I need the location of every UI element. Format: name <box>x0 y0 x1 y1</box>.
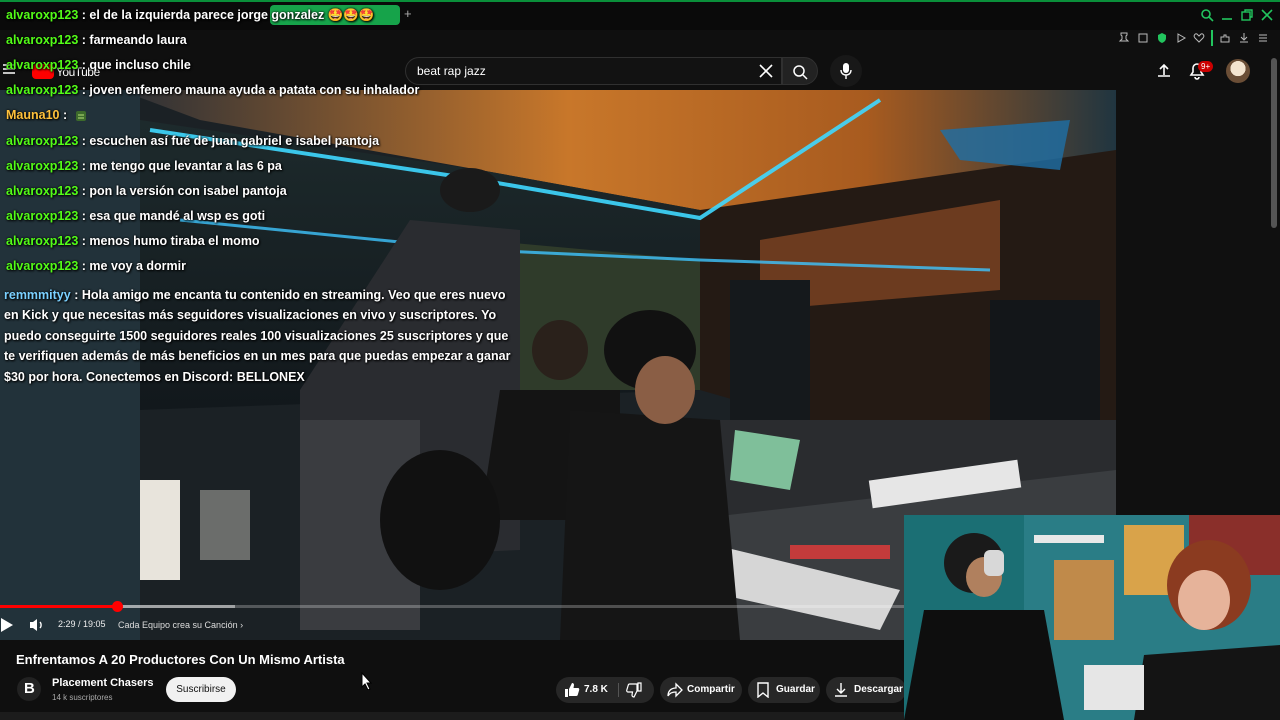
channel-name[interactable]: Placement Chasers <box>52 677 154 689</box>
download-icon <box>835 683 847 697</box>
subscribe-button[interactable]: Suscribirse <box>166 677 236 702</box>
clear-search-icon[interactable] <box>756 61 776 81</box>
pin-icon[interactable] <box>1118 32 1130 44</box>
chat-username: alvaroxp123 <box>6 234 79 248</box>
chapter-title: Cada Equipo crea su Canción <box>118 620 238 630</box>
chat-message: alvaroxp123 : el de la izquierda parece … <box>6 8 374 23</box>
download-icon[interactable] <box>1238 32 1250 44</box>
chat-username: alvaroxp123 <box>6 159 79 173</box>
chat-username: alvaroxp123 <box>6 8 79 22</box>
share-button[interactable]: Compartir <box>660 677 742 703</box>
new-tab-button[interactable]: + <box>404 6 412 21</box>
minimize-icon[interactable] <box>1220 8 1234 22</box>
webcam-image <box>904 515 1280 720</box>
restore-icon[interactable] <box>1240 8 1254 22</box>
scrollbar[interactable] <box>1271 58 1277 228</box>
like-divider <box>618 683 619 697</box>
thumbs-up-icon[interactable] <box>564 682 580 698</box>
chat-text: : que incluso chile <box>81 58 191 72</box>
chat-message: alvaroxp123 : me tengo que levantar a la… <box>6 159 282 173</box>
chat-username: alvaroxp123 <box>6 259 79 273</box>
toolbar-divider <box>1211 30 1213 46</box>
progress-played <box>0 605 118 608</box>
chat-username: remmmityy <box>4 288 71 302</box>
volume-icon[interactable] <box>29 617 45 633</box>
webcam-overlay <box>904 515 1280 720</box>
chat-message: alvaroxp123 : me voy a dormir <box>6 259 186 273</box>
chat-username: alvaroxp123 <box>6 83 79 97</box>
like-dislike-group: 7.8 K <box>556 677 654 703</box>
chat-text: : pon la versión con isabel pantoja <box>81 184 287 198</box>
chat-username: alvaroxp123 <box>6 33 79 47</box>
share-label: Compartir <box>687 684 735 695</box>
upload-icon[interactable] <box>1154 60 1174 80</box>
heart-icon[interactable] <box>1193 32 1205 44</box>
chat-text: : me tengo que levantar a las 6 pa <box>81 159 282 173</box>
search-input[interactable] <box>417 62 747 80</box>
chat-message: alvaroxp123 : joven enfemero mauna ayuda… <box>6 83 419 97</box>
close-icon[interactable] <box>1260 8 1274 22</box>
chat-message: alvaroxp123 : escuchen así fué de juan g… <box>6 134 379 148</box>
chat-text: : joven enfemero mauna ayuda a patata co… <box>81 83 420 97</box>
account-avatar[interactable] <box>1226 59 1250 83</box>
search-button[interactable] <box>782 57 818 85</box>
download-button[interactable]: Descargar <box>826 677 906 703</box>
chat-username: alvaroxp123 <box>6 209 79 223</box>
chat-username: alvaroxp123 <box>6 134 79 148</box>
shield-icon[interactable] <box>1156 32 1168 44</box>
chat-text: : escuchen así fué de juan gabriel e isa… <box>81 134 380 148</box>
bookmark-icon[interactable] <box>1137 32 1149 44</box>
related-videos-panel <box>1116 90 1280 520</box>
microphone-icon <box>840 63 852 79</box>
chat-text: : menos humo tiraba el momo <box>81 234 260 248</box>
emote-icon <box>75 110 86 121</box>
search-icon[interactable] <box>1200 8 1214 22</box>
chat-message: Mauna10 : <box>6 108 87 122</box>
chat-text: : el de la izquierda parece jorge gonzal… <box>81 8 375 22</box>
play-icon[interactable] <box>1175 32 1187 44</box>
progress-scrubber-handle[interactable] <box>112 601 123 612</box>
chevron-right-icon: › <box>240 620 244 630</box>
chat-text: : esa que mandé al wsp es goti <box>81 209 266 223</box>
description-box-edge <box>0 712 904 720</box>
chat-message: alvaroxp123 : esa que mandé al wsp es go… <box>6 209 265 223</box>
save-button[interactable]: Guardar <box>748 677 820 703</box>
chat-message: alvaroxp123 : pon la versión con isabel … <box>6 184 287 198</box>
mouse-cursor-icon <box>361 672 373 690</box>
video-title: Enfrentamos A 20 Productores Con Un Mism… <box>16 652 345 667</box>
chat-message: alvaroxp123 : que incluso chile <box>6 58 191 72</box>
search-icon <box>793 65 808 80</box>
chat-text: : <box>62 108 71 122</box>
voice-search-button[interactable] <box>830 55 862 87</box>
chapter-button[interactable]: Cada Equipo crea su Canción › <box>118 620 243 630</box>
chat-text: : me voy a dormir <box>81 259 186 273</box>
chat-text: : Hola amigo me encanta tu contenido en … <box>4 288 511 384</box>
chat-message: alvaroxp123 : farmeando laura <box>6 33 187 47</box>
download-label: Descargar <box>854 684 903 695</box>
channel-avatar-letter: B <box>24 680 35 697</box>
notifications-badge: 9+ <box>1198 61 1214 72</box>
chat-username: alvaroxp123 <box>6 184 79 198</box>
time-display: 2:29 / 19:05 <box>58 619 106 629</box>
chat-message: alvaroxp123 : menos humo tiraba el momo <box>6 234 260 248</box>
thumbs-down-icon[interactable] <box>626 682 642 698</box>
channel-avatar[interactable]: B <box>17 677 41 701</box>
menu-icon[interactable] <box>1257 32 1269 44</box>
chat-username: alvaroxp123 <box>6 58 79 72</box>
share-icon <box>667 682 683 698</box>
extension-icon[interactable] <box>1219 32 1231 44</box>
chat-text: : farmeando laura <box>81 33 187 47</box>
play-icon[interactable] <box>0 617 14 633</box>
chat-username: Mauna10 <box>6 108 60 122</box>
save-label: Guardar <box>776 684 815 695</box>
bookmark-icon <box>757 682 769 698</box>
like-count[interactable]: 7.8 K <box>584 684 608 695</box>
chat-message-long: remmmityy : Hola amigo me encanta tu con… <box>4 285 516 387</box>
subscriber-count: 14 k suscriptores <box>52 693 113 702</box>
